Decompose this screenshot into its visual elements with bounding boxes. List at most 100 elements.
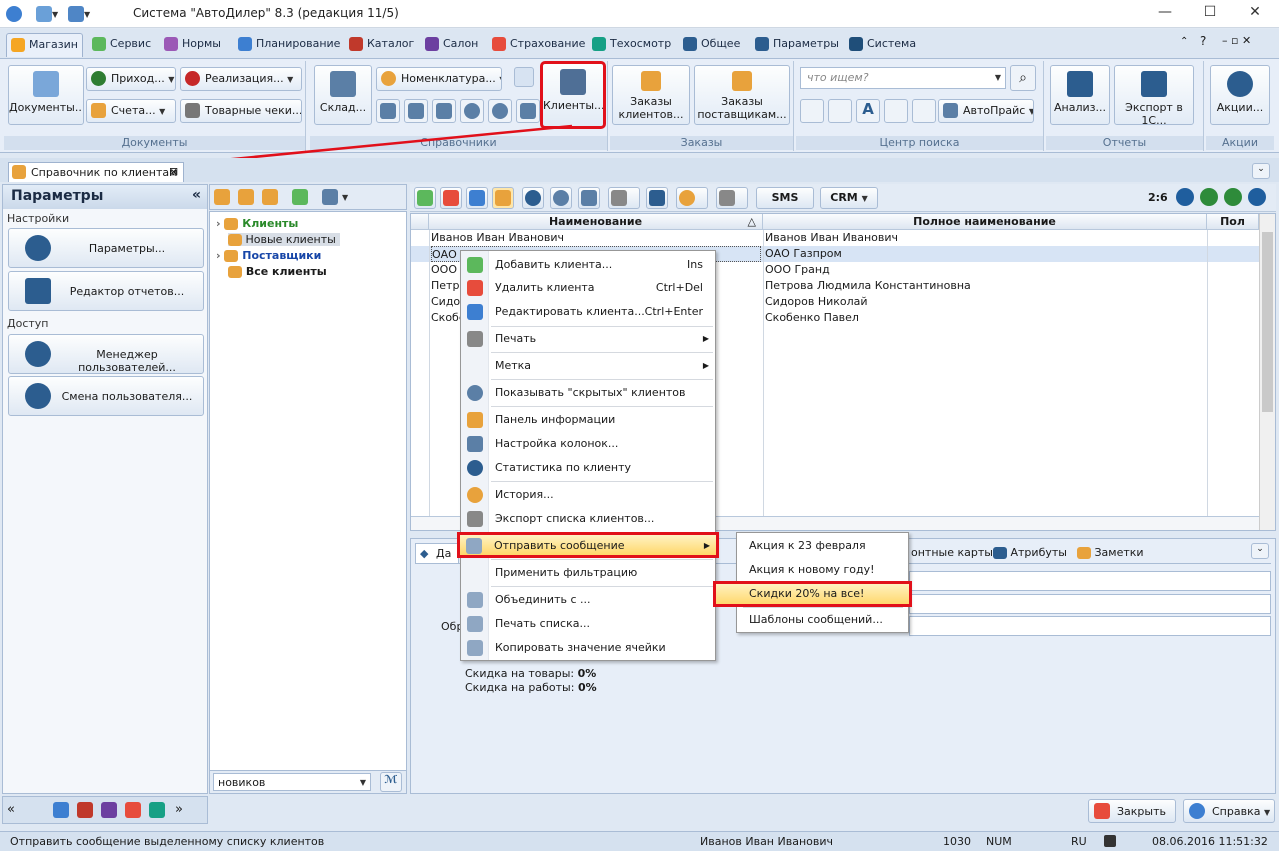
info-field-3[interactable] <box>909 616 1271 636</box>
sms-label: SMS <box>771 191 799 204</box>
tree-options-icon[interactable] <box>322 189 338 205</box>
add-client-button[interactable] <box>414 187 436 209</box>
tree-item-clients[interactable]: › Клиенты <box>216 217 298 230</box>
submenu-item-new-year[interactable]: Акция к новому году! <box>737 559 908 581</box>
sms-button[interactable]: SMS <box>756 187 814 209</box>
print-button[interactable] <box>608 187 640 209</box>
menu-item-show-hidden[interactable]: Показывать "скрытых" клиентов <box>461 382 715 404</box>
submenu-item-templates[interactable]: Шаблоны сообщений... <box>737 609 908 631</box>
stats-button[interactable] <box>522 187 544 209</box>
tree-item-all-clients[interactable]: Все клиенты <box>228 265 327 278</box>
nav-car-icon[interactable] <box>101 802 117 818</box>
discount-goods-row: Скидка на товары: 0% <box>465 667 596 680</box>
menu-item-add-client[interactable]: Добавить клиента... Ins <box>461 254 715 276</box>
menu-item-export[interactable]: Экспорт списка клиентов... <box>461 508 715 530</box>
info-tab-data[interactable]: ◆ Да <box>415 543 459 563</box>
nav-calendar-icon[interactable] <box>53 802 69 818</box>
nav-next-icon[interactable] <box>1224 188 1242 206</box>
crm-button[interactable]: CRM ▼ <box>820 187 878 209</box>
menu-item-send-message[interactable]: Отправить сообщение ▶ <box>457 532 719 558</box>
chevron-down-icon[interactable]: ⌄ <box>1252 163 1270 179</box>
column-label: Наименование <box>548 215 643 228</box>
nav-right-icon[interactable]: » <box>175 802 183 817</box>
menu-item-stats[interactable]: Статистика по клиенту <box>461 457 715 479</box>
tree-filter-select[interactable]: новиков ▼ <box>213 773 371 791</box>
menu-shortcut: Ctrl+Del <box>655 281 703 294</box>
edit-client-button[interactable] <box>466 187 488 209</box>
info-field-2[interactable] <box>909 594 1271 614</box>
export-button[interactable] <box>716 187 748 209</box>
parameters-button[interactable]: Параметры... <box>8 228 204 268</box>
menu-item-edit-client[interactable]: Редактировать клиента... Ctrl+Enter <box>461 301 715 323</box>
columns-button[interactable] <box>578 187 600 209</box>
folder-add-icon[interactable] <box>214 189 230 205</box>
collapse-icon[interactable]: « <box>192 187 201 203</box>
find-button[interactable] <box>646 187 668 209</box>
menu-item-apply-filter[interactable]: Применить фильтрацию <box>461 562 715 584</box>
menu-item-history[interactable]: История... <box>461 484 715 506</box>
tree-toolbar: ▼ <box>209 184 407 210</box>
menu-item-delete-client[interactable]: Удалить клиента Ctrl+Del <box>461 277 715 299</box>
history-button[interactable] <box>676 187 708 209</box>
info-tab-notes[interactable]: Заметки <box>1077 546 1144 559</box>
menu-item-copy-cell[interactable]: Копировать значение ячейки <box>461 637 715 659</box>
cell-name: Иванов Иван Иванович <box>431 231 564 244</box>
switch-user-button[interactable]: Смена пользователя... <box>8 376 204 416</box>
lock-icon <box>1104 835 1116 847</box>
menu-item-print[interactable]: Печать ▶ <box>461 328 715 350</box>
tree-item-new-clients[interactable]: Новые клиенты <box>228 233 340 246</box>
eye-icon <box>467 385 483 401</box>
info-tab-attributes[interactable]: Атрибуты <box>993 546 1067 559</box>
close-button[interactable]: Закрыть <box>1088 799 1176 823</box>
folder-edit-icon[interactable] <box>262 189 278 205</box>
nav-last-icon[interactable] <box>1248 188 1266 206</box>
delete-client-button[interactable] <box>440 187 462 209</box>
help-button[interactable]: Справка ▼ <box>1183 799 1275 823</box>
info-panel-button[interactable] <box>492 187 514 209</box>
column-header-name[interactable]: Наименование △ <box>429 214 763 230</box>
menu-item-print-list[interactable]: Печать списка... <box>461 613 715 635</box>
nav-left-icon[interactable]: « <box>7 802 15 817</box>
table-row[interactable]: Иванов Иван Иванович Иванов Иван Иванови… <box>411 230 1259 246</box>
menu-item-info-panel[interactable]: Панель информации <box>461 409 715 431</box>
info-chevron-down-icon[interactable]: ⌄ <box>1251 543 1269 559</box>
scrollbar-thumb[interactable] <box>1262 232 1273 412</box>
doc-tab-close-icon[interactable]: ⊠ <box>169 165 178 178</box>
user-manager-button[interactable]: Менеджер пользователей... <box>8 334 204 374</box>
binoculars-icon[interactable]: ℳ <box>380 772 402 792</box>
vertical-scrollbar[interactable] <box>1259 214 1275 530</box>
submenu-item-discount-20[interactable]: Скидки 20% на все! <box>713 581 912 607</box>
columns-icon <box>467 436 483 452</box>
column-header-fullname[interactable]: Полное наименование <box>763 214 1207 230</box>
grid-toolbar: SMS CRM ▼ 2:6 <box>410 184 1276 212</box>
folder-delete-icon[interactable] <box>238 189 254 205</box>
nav-search-icon[interactable] <box>149 802 165 818</box>
submenu-item-feb23[interactable]: Акция к 23 февраля <box>737 535 908 557</box>
cell-fullname: Скобенко Павел <box>765 311 859 324</box>
menu-label: Печать списка... <box>495 617 590 630</box>
gears-icon <box>25 235 51 261</box>
refresh-icon[interactable] <box>292 189 308 205</box>
report-editor-button[interactable]: Редактор отчетов... <box>8 271 204 311</box>
nav-first-icon[interactable] <box>1176 188 1194 206</box>
menu-item-columns[interactable]: Настройка колонок... <box>461 433 715 455</box>
export-icon <box>467 511 483 527</box>
info-tab-label: онтные карты <box>911 546 993 559</box>
menu-item-label[interactable]: Метка ▶ <box>461 355 715 377</box>
doc-tab-label: Справочник по клиентам <box>31 166 178 179</box>
info-tab-cards[interactable]: онтные карты <box>911 546 993 559</box>
nav-gear-icon[interactable] <box>77 802 93 818</box>
tree-item-suppliers[interactable]: › Поставщики <box>216 249 321 262</box>
menu-label: Панель информации <box>495 413 616 426</box>
group-icon <box>228 234 242 246</box>
show-hidden-button[interactable] <box>550 187 572 209</box>
info-field-1[interactable] <box>909 571 1271 591</box>
doc-tab-clients[interactable]: Справочник по клиентам ⊠ <box>8 162 184 182</box>
parameters-label: Параметры... <box>88 242 166 255</box>
column-header-gender[interactable]: Пол <box>1207 214 1259 230</box>
menu-shortcut: Ins <box>687 258 703 271</box>
nav-prev-icon[interactable] <box>1200 188 1218 206</box>
menu-item-merge[interactable]: Объединить с ... <box>461 589 715 611</box>
grid-header-marker <box>411 214 429 230</box>
nav-shield-icon[interactable] <box>125 802 141 818</box>
